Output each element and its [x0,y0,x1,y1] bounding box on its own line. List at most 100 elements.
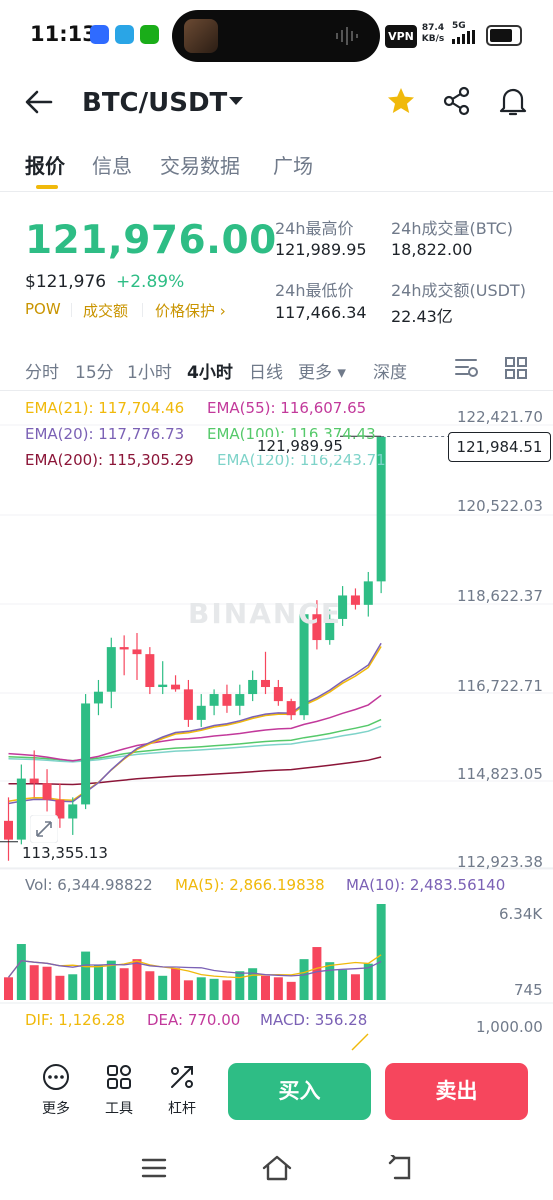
volume-bar [350,974,360,1000]
star-icon[interactable] [386,86,416,116]
volume-bar [106,960,116,1000]
candle-body [119,647,129,650]
candle-body [4,820,13,840]
volume-bar [235,971,245,1000]
interval-15m[interactable]: 15分 [75,358,114,383]
ema21-line [8,646,382,802]
candle-body [29,778,39,784]
macd-dif-line [351,1033,369,1051]
candle-body [81,703,91,805]
volume-bar [312,947,322,1000]
status-bar: 11:13 VPN 87.4 KB/s 5G [0,0,553,72]
volume-bar [183,980,193,1000]
tag-separator [142,303,143,317]
high-label: 24h最高价 [275,219,354,238]
volume-bar [145,971,155,1000]
candle-body [261,679,270,688]
volume-bar [261,975,270,1000]
candle-body [145,654,155,688]
tab-square[interactable]: 广场 [273,150,313,179]
price-axis-label: 116,722.71 [457,677,543,695]
volume-bar [158,975,168,1000]
volume-bar [209,978,219,1000]
interval-1d[interactable]: 日线 [249,358,283,383]
battery-icon [486,25,522,46]
interval-1h[interactable]: 1小时 [127,358,172,383]
fullscreen-icon[interactable] [30,815,58,843]
volume-bar [81,951,91,1000]
volume-bar [338,969,348,1000]
indicator-settings-icon[interactable] [454,356,480,380]
tag-pow[interactable]: POW [25,300,61,318]
price-axis-label: 114,823.05 [457,765,543,783]
volume-bar [55,975,65,1000]
tab-info[interactable]: 信息 [92,150,132,179]
macd-dea-label: DEA: 770.00 [147,1011,241,1029]
home-icon[interactable] [261,1154,293,1182]
grid-tools-icon[interactable] [89,1062,149,1096]
macd-value-label: MACD: 356.28 [260,1011,368,1029]
bell-icon[interactable] [498,85,528,117]
volume-btc-label: 24h成交量(BTC) [391,219,513,238]
volume-bar [119,968,129,1000]
volume-bar [325,962,335,1000]
tag-price-protection[interactable]: 价格保护 › [155,300,226,321]
volume-bar [132,959,142,1000]
dynamic-island[interactable] [172,10,380,62]
tag-turnover[interactable]: 成交额 [83,300,128,321]
volume-bar [196,977,206,1000]
macd-axis-label: 1,000.00 [476,1018,543,1036]
ema55-line [8,694,382,762]
divider [0,191,553,192]
media-thumbnail [184,19,218,53]
pair-title[interactable]: BTC/USDT [82,88,227,118]
volume-ma10-label: MA(10): 2,483.56140 [346,876,506,894]
tools-label[interactable]: 工具 [89,1098,149,1118]
tab-trading-data[interactable]: 交易数据 [160,150,240,179]
ema100-line [8,718,382,762]
active-tab-indicator [36,185,58,189]
candle-body [171,684,181,690]
arrow-left-icon[interactable] [24,89,54,115]
candle-body [93,691,103,704]
candle-body [132,649,142,655]
share-icon[interactable] [442,86,472,116]
tab-quote[interactable]: 报价 [25,150,65,179]
volume-axis-top: 6.34K [499,905,543,923]
price-axis-label: 120,522.03 [457,497,543,515]
interval-depth[interactable]: 深度 [373,358,407,383]
volume-bar [4,977,13,1000]
candle-body [209,694,219,706]
k-app-icon [90,25,109,44]
interval-more[interactable]: 更多 ▾ [298,358,346,383]
interval-time-share[interactable]: 分时 [25,358,59,383]
pair-dropdown-icon[interactable] [228,95,244,107]
ema21-label: EMA(21): 117,704.46 [25,399,185,417]
volume-bar [93,965,103,1000]
interval-4h[interactable]: 4小时 [187,358,233,383]
more-label[interactable]: 更多 [26,1098,86,1118]
layout-grid-icon[interactable] [504,356,528,380]
low-label: 24h最低价 [275,281,354,300]
net-speed: 87.4 KB/s [421,23,445,44]
buy-button[interactable]: 买入 [228,1063,371,1120]
app-notification-icon [115,25,134,44]
price-axis-label: 118,622.37 [457,587,543,605]
kline-chart[interactable] [0,391,553,1055]
candle-body [196,705,206,720]
audio-wave-icon [336,27,358,45]
back-nav-icon[interactable] [387,1155,413,1181]
candle-body [42,783,52,800]
candle-body [222,694,232,706]
volume-bar [286,981,296,1000]
leverage-label[interactable]: 杠杆 [152,1098,212,1118]
menu-icon[interactable] [141,1157,167,1179]
candle-body [248,679,258,695]
vpn-badge: VPN [385,25,417,48]
low-value: 117,466.34 [275,303,367,322]
more-dots-icon[interactable] [26,1062,86,1096]
candle-body [158,684,168,688]
leverage-icon[interactable] [152,1062,212,1096]
volume-axis-bottom: 745 [514,981,543,999]
sell-button[interactable]: 卖出 [385,1063,528,1120]
